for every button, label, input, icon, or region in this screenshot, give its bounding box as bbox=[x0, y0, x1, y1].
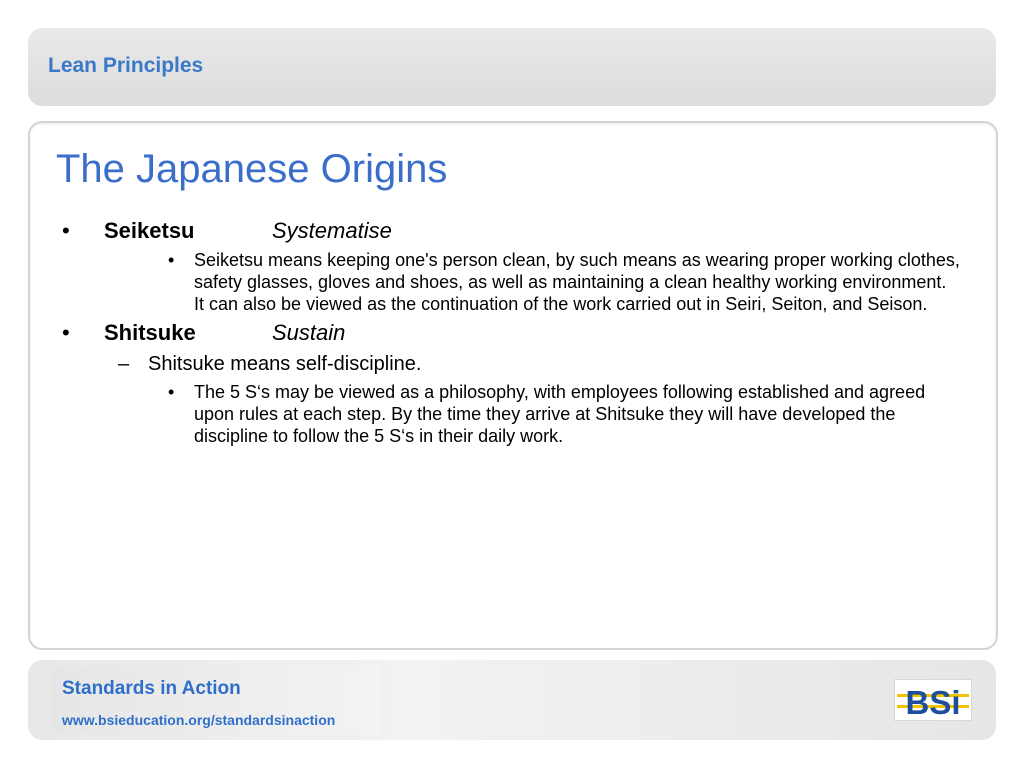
term-shitsuke: Shitsuke bbox=[104, 320, 196, 345]
dash-icon: – bbox=[118, 353, 130, 375]
bullet-icon: • bbox=[168, 250, 175, 270]
footer-title: Standards in Action bbox=[62, 678, 241, 699]
bsi-logo-icon: BSi bbox=[895, 680, 971, 720]
header-bar: Lean Principles bbox=[28, 28, 996, 106]
subpoint-shitsuke-text: Shitsuke means self-discipline. bbox=[148, 353, 422, 375]
footer-url[interactable]: www.bsieducation.org/standardsinaction bbox=[62, 712, 335, 728]
detail-shitsuke-text: The 5 S‘s may be viewed as a philosophy,… bbox=[194, 382, 926, 446]
content-panel: The Japanese Origins • Seiketsu Systemati… bbox=[28, 121, 998, 650]
translation-seiketsu: Systematise bbox=[272, 218, 392, 243]
slide-body: • Seiketsu Systematise • Seiketsu means k… bbox=[60, 217, 970, 451]
slide: Lean Principles The Japanese Origins • S… bbox=[0, 0, 1024, 768]
term-seiketsu: Seiketsu bbox=[104, 218, 195, 243]
slide-title: The Japanese Origins bbox=[56, 147, 448, 191]
subpoint-shitsuke: – Shitsuke means self-discipline. bbox=[60, 351, 970, 377]
bsi-logo: BSi bbox=[894, 679, 972, 721]
detail-seiketsu-text: Seiketsu means keeping one's person clea… bbox=[194, 250, 960, 314]
detail-seiketsu: • Seiketsu means keeping one's person cl… bbox=[60, 249, 970, 315]
bullet-icon: • bbox=[168, 382, 175, 402]
header-title: Lean Principles bbox=[48, 54, 204, 77]
footer-branding: Standards in Action www.bsieducation.org… bbox=[50, 666, 380, 734]
detail-shitsuke: • The 5 S‘s may be viewed as a philosoph… bbox=[60, 381, 970, 447]
bullet-icon: • bbox=[62, 218, 70, 243]
logo-text: BSi bbox=[905, 684, 960, 720]
footer-bar: Standards in Action www.bsieducation.org… bbox=[28, 660, 996, 740]
bullet-seiketsu: • Seiketsu Systematise bbox=[60, 217, 970, 245]
bullet-icon: • bbox=[62, 320, 70, 345]
translation-shitsuke: Sustain bbox=[272, 320, 346, 345]
bullet-shitsuke: • Shitsuke Sustain bbox=[60, 319, 970, 347]
